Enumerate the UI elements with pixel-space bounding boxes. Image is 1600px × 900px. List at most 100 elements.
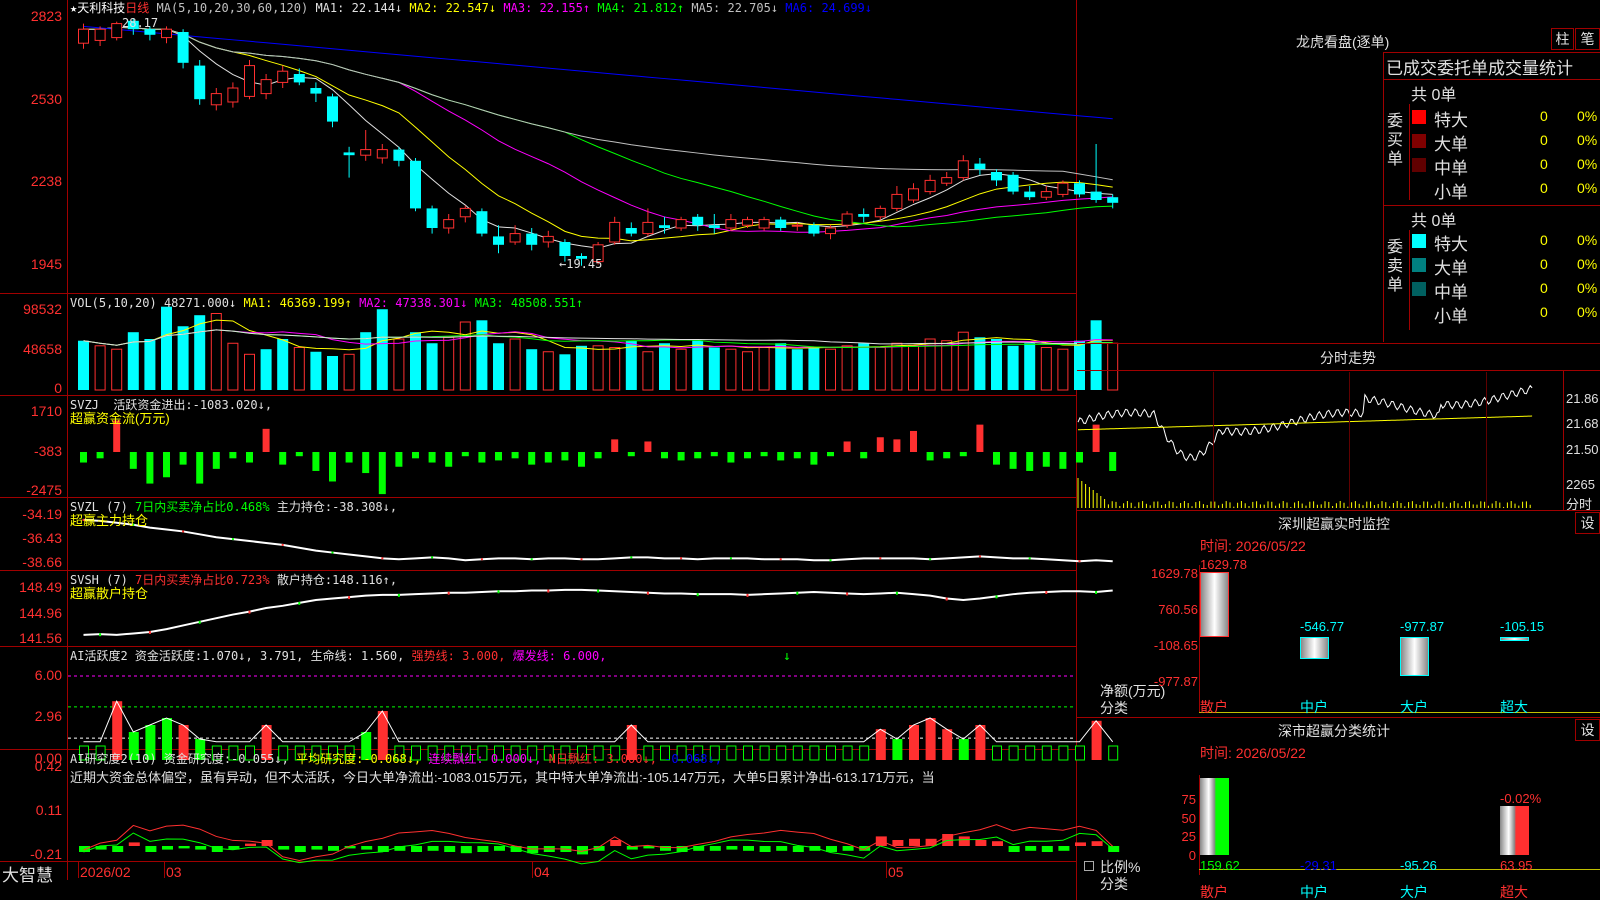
svzj-bar (279, 452, 287, 465)
sell-row-percent: 0% (1577, 280, 1598, 296)
svzj-bar (511, 452, 519, 459)
svzj-bar (262, 428, 270, 452)
svzj-bar (312, 452, 320, 471)
candle-body (941, 177, 953, 184)
category-y-label: 25 (1181, 829, 1196, 844)
y-label: -38.66 (22, 554, 62, 570)
ai-research-bar (444, 846, 456, 852)
candle-body (891, 193, 903, 209)
ma-label: MA3: (503, 1, 533, 15)
candle-body (277, 70, 289, 83)
ai-active-v1: 1.070 (202, 649, 239, 663)
svsh-dot (397, 593, 400, 597)
svzj-bar (793, 452, 801, 459)
buy-color-swatch (1412, 158, 1426, 172)
ai-research-bar (477, 846, 489, 852)
y-label: 98532 (23, 301, 62, 317)
period-label[interactable]: 日线 (125, 1, 149, 15)
svzj-bar (212, 452, 220, 469)
svzj-bar (959, 452, 967, 457)
svzl-desc: 7日内买卖净占比0.468% (135, 500, 270, 514)
ma-line (83, 26, 1113, 228)
stock-name[interactable]: 天利科技 (77, 1, 125, 15)
monitor-bar[interactable] (1300, 637, 1329, 659)
svsh-dot (895, 591, 898, 595)
buy-row-percent: 0% (1577, 156, 1598, 172)
tab-bar[interactable]: 柱 (1551, 28, 1574, 50)
intraday-y-label: 21.50 (1566, 442, 1599, 457)
monitor-bar[interactable] (1200, 572, 1229, 637)
monitor-bar[interactable] (1400, 637, 1429, 676)
svzj-bar (760, 452, 768, 457)
candle-body (1024, 191, 1036, 198)
ma-line (83, 26, 1113, 233)
category-settings-button[interactable]: 设 (1575, 719, 1600, 741)
intraday-y-label: 21.68 (1566, 416, 1599, 431)
volume-bar (659, 343, 670, 390)
buy-row-count: 0 (1540, 108, 1548, 124)
volume-bar (625, 340, 637, 390)
candle-body (1040, 191, 1052, 198)
monitor-settings-button[interactable]: 设 (1575, 512, 1600, 534)
ai-research-t4: N日飘红: (548, 752, 600, 766)
sell-row-name: 特大 (1434, 235, 1468, 254)
category-bar[interactable] (1200, 778, 1229, 855)
volume-bar (742, 351, 753, 391)
divider (1383, 52, 1384, 342)
volume-bar (592, 345, 604, 391)
svzj-bar (345, 452, 353, 463)
month-label: 05 (888, 864, 904, 880)
svzj-bar (229, 452, 237, 459)
volume-bar (825, 348, 836, 391)
svsh-dot (1095, 591, 1098, 594)
category-bar[interactable] (1500, 805, 1529, 855)
ai-research-bar (1041, 846, 1053, 852)
ai-research-bar (909, 838, 920, 846)
category-value: 63.95 (1500, 858, 1533, 873)
volume-bar (144, 339, 156, 390)
candle-body (742, 219, 753, 226)
volume-bar (1074, 340, 1085, 390)
grid-line (1486, 372, 1487, 508)
svzj-bar (445, 452, 453, 467)
svzj-bar (329, 452, 336, 482)
ai-active-bar (1041, 745, 1052, 761)
intraday-vol-label: 2265 (1566, 477, 1595, 492)
svsh-subtitle: 超赢散户持仓 (70, 586, 149, 601)
svzj-bar (295, 452, 303, 457)
ai-research-bar (112, 846, 124, 852)
monitor-bar[interactable] (1500, 637, 1529, 642)
ma-label: MA6: (785, 1, 815, 15)
svzl-dot (779, 558, 782, 561)
ai-active-bar (909, 725, 919, 760)
divider (1077, 343, 1600, 344)
sell-side-label: 委卖单 (1387, 239, 1404, 294)
divider (1077, 370, 1600, 371)
svzj-bar (412, 452, 419, 459)
candle-body (360, 149, 372, 156)
category-y-label: 0 (1188, 848, 1196, 863)
lock-icon[interactable] (1084, 861, 1094, 871)
ai-research-a2: ↓, (406, 752, 422, 766)
month-tick (886, 862, 887, 878)
svzj-bar (810, 452, 818, 465)
divider (1077, 510, 1600, 511)
candle-body (659, 225, 670, 228)
ai-research-bar (294, 846, 306, 852)
ma-item: MA5: 22.705↓ (684, 1, 778, 15)
candle-body (260, 79, 272, 95)
svzj-bar (395, 452, 403, 467)
volume-bar (1107, 342, 1119, 391)
tab-tick[interactable]: 笔 (1575, 28, 1600, 50)
buy-color-swatch (1412, 134, 1426, 148)
svzj-bar (461, 452, 469, 457)
divider (1409, 230, 1410, 330)
buy-row-name: 特大 (1434, 111, 1468, 130)
candle-body (725, 219, 737, 229)
svzj-bar (677, 452, 685, 461)
ai-research-bar (311, 846, 323, 850)
sell-color-swatch (1412, 282, 1426, 296)
ai-active-bar (925, 718, 936, 760)
svzl-dot (929, 558, 932, 561)
candle-body (758, 219, 770, 229)
